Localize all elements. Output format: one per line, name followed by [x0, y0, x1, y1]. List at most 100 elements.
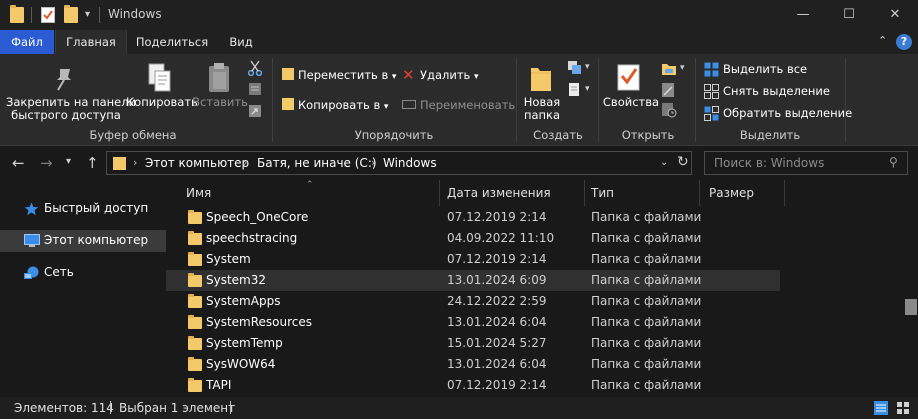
copy-button[interactable]: Копировать	[126, 96, 198, 109]
close-button[interactable]: ✕	[872, 0, 918, 30]
select-all-icon[interactable]	[704, 62, 719, 80]
chevron-right-icon[interactable]: ›	[133, 156, 137, 169]
easy-access-icon[interactable]	[567, 82, 583, 101]
search-input[interactable]: Поиск в: Windows	[714, 156, 824, 170]
refresh-icon[interactable]: ↻	[677, 154, 689, 170]
maximize-button[interactable]: ☐	[826, 0, 872, 30]
open-dropdown-icon[interactable]: ▾	[680, 63, 685, 73]
column-divider[interactable]	[699, 180, 700, 206]
pin-icon[interactable]	[52, 66, 76, 95]
breadcrumb-windows[interactable]: Windows	[383, 156, 437, 170]
column-divider[interactable]	[439, 180, 440, 206]
breadcrumb-drive[interactable]: Батя, не иначе (C:)	[257, 156, 377, 170]
table-row[interactable]: System32 13.01.2024 6:09 Папка с файлами	[166, 270, 780, 291]
row-date: 15.01.2024 5:27	[447, 336, 547, 350]
new-folder-button[interactable]: Новая папка	[520, 96, 564, 122]
back-arrow-icon[interactable]: ←	[12, 154, 25, 172]
column-header-type[interactable]: Тип	[591, 180, 614, 206]
forward-arrow-icon[interactable]: →	[40, 154, 53, 172]
table-row[interactable]: SystemResources 13.01.2024 6:04 Папка с фа…	[166, 312, 780, 333]
up-arrow-icon[interactable]: ↑	[86, 154, 99, 172]
move-to-icon[interactable]	[282, 68, 294, 80]
folder-icon[interactable]	[10, 5, 24, 23]
organize-group-label: Упорядочить	[354, 128, 434, 142]
new-folder-line2: папка	[523, 108, 561, 122]
column-header-size[interactable]: Размер	[709, 180, 754, 206]
row-type: Папка с файлами	[591, 378, 702, 392]
folder-icon	[188, 315, 202, 329]
new-folder-large-icon[interactable]	[530, 64, 552, 95]
tab-file[interactable]: Файл	[0, 30, 54, 54]
properties-icon[interactable]	[617, 62, 641, 95]
new-item-icon[interactable]	[567, 60, 583, 79]
rename-button[interactable]: Переименовать	[420, 98, 515, 112]
address-dropdown-icon[interactable]: ⌄	[660, 157, 668, 168]
paste-shortcut-icon[interactable]	[248, 104, 262, 121]
customize-qa-icon[interactable]: ▾	[85, 9, 90, 20]
delete-button[interactable]: Удалить ▾	[420, 68, 479, 82]
scrollbar-thumb[interactable]	[905, 299, 917, 315]
table-row[interactable]: SystemApps 24.12.2022 2:59 Папка с файлами	[166, 291, 780, 312]
table-row[interactable]: SysWOW64 13.01.2024 6:04 Папка с файлами	[166, 354, 780, 375]
chevron-right-icon[interactable]: ›	[243, 156, 247, 169]
help-icon[interactable]: ?	[896, 34, 912, 50]
open-icon[interactable]	[661, 62, 677, 79]
table-row[interactable]: Speech_OneCore 07.12.2019 2:14 Папка с фай…	[166, 207, 780, 228]
nav-item-this-pc[interactable]: Этот компьютер	[0, 230, 166, 252]
ribbon: Закрепить на панели быстрого доступа Коп…	[0, 54, 918, 146]
nav-item-quick-access[interactable]: Быстрый доступ	[0, 198, 166, 220]
selection-count: Выбран 1 элемент	[119, 401, 236, 415]
recent-locations-icon[interactable]: ▾	[66, 156, 71, 167]
new-folder-icon[interactable]	[64, 5, 78, 23]
copy-path-icon[interactable]	[248, 82, 262, 99]
paste-icon[interactable]	[207, 62, 231, 97]
chevron-right-icon[interactable]: ›	[371, 156, 375, 169]
new-item-dropdown-icon[interactable]: ▾	[585, 62, 590, 72]
row-date: 13.01.2024 6:04	[447, 315, 547, 329]
table-row[interactable]: speechstracing 04.09.2022 11:10 Папка с фа…	[166, 228, 780, 249]
table-row[interactable]: System 07.12.2019 2:14 Папка с файлами	[166, 249, 780, 270]
pin-quick-access-button[interactable]: Закрепить на панели быстрого доступа	[6, 96, 136, 122]
rename-icon[interactable]	[402, 100, 416, 109]
delete-icon[interactable]: ✕	[402, 66, 415, 84]
row-type: Папка с файлами	[591, 315, 702, 329]
properties-check-icon[interactable]	[41, 7, 55, 23]
minimize-button[interactable]: —	[780, 0, 826, 30]
large-icons-view-icon[interactable]	[896, 401, 910, 415]
breadcrumb-this-pc[interactable]: Этот компьютер	[145, 156, 249, 170]
row-date: 13.01.2024 6:09	[447, 273, 547, 287]
cut-icon[interactable]	[247, 60, 263, 79]
invert-selection-button[interactable]: Обратить выделение	[723, 106, 852, 120]
column-divider[interactable]	[784, 180, 785, 206]
search-box[interactable]: Поиск в: Windows ⚲	[704, 151, 908, 175]
invert-selection-icon[interactable]	[704, 106, 719, 124]
column-header-name[interactable]: Имя	[186, 180, 211, 206]
move-to-button[interactable]: Переместить в ▾	[298, 68, 396, 82]
copy-to-button[interactable]: Копировать в ▾	[298, 98, 388, 112]
search-icon[interactable]: ⚲	[889, 155, 898, 169]
tab-home[interactable]: Главная	[55, 30, 127, 54]
edit-icon[interactable]	[661, 82, 675, 101]
folder-icon	[188, 336, 202, 350]
copy-to-icon[interactable]	[282, 98, 294, 110]
nav-item-network[interactable]: Сеть	[0, 262, 166, 284]
table-row[interactable]: TAPI 07.12.2019 2:14 Папка с файлами	[166, 375, 780, 396]
details-view-icon[interactable]	[874, 401, 888, 415]
paste-button[interactable]: Вставить	[192, 96, 248, 109]
select-none-button[interactable]: Снять выделение	[723, 84, 830, 98]
properties-button[interactable]: Свойства	[602, 96, 660, 109]
select-all-button[interactable]: Выделить все	[723, 62, 807, 76]
tab-view[interactable]: Вид	[218, 30, 264, 54]
column-divider[interactable]	[584, 180, 585, 206]
tab-share[interactable]: Поделиться	[130, 30, 214, 54]
status-divider	[230, 401, 231, 414]
select-none-icon[interactable]	[704, 84, 719, 102]
table-row[interactable]: SystemTemp 15.01.2024 5:27 Папка с файлами	[166, 333, 780, 354]
column-header-date[interactable]: Дата изменения	[447, 180, 551, 206]
collapse-ribbon-icon[interactable]: ⌃	[878, 34, 887, 47]
address-bar[interactable]: › Этот компьютер › Батя, не иначе (C:) ›…	[106, 151, 692, 175]
easy-access-dropdown-icon[interactable]: ▾	[585, 84, 590, 94]
history-icon[interactable]	[661, 102, 677, 121]
copy-icon[interactable]	[147, 62, 173, 97]
vertical-scrollbar[interactable]	[904, 180, 918, 396]
